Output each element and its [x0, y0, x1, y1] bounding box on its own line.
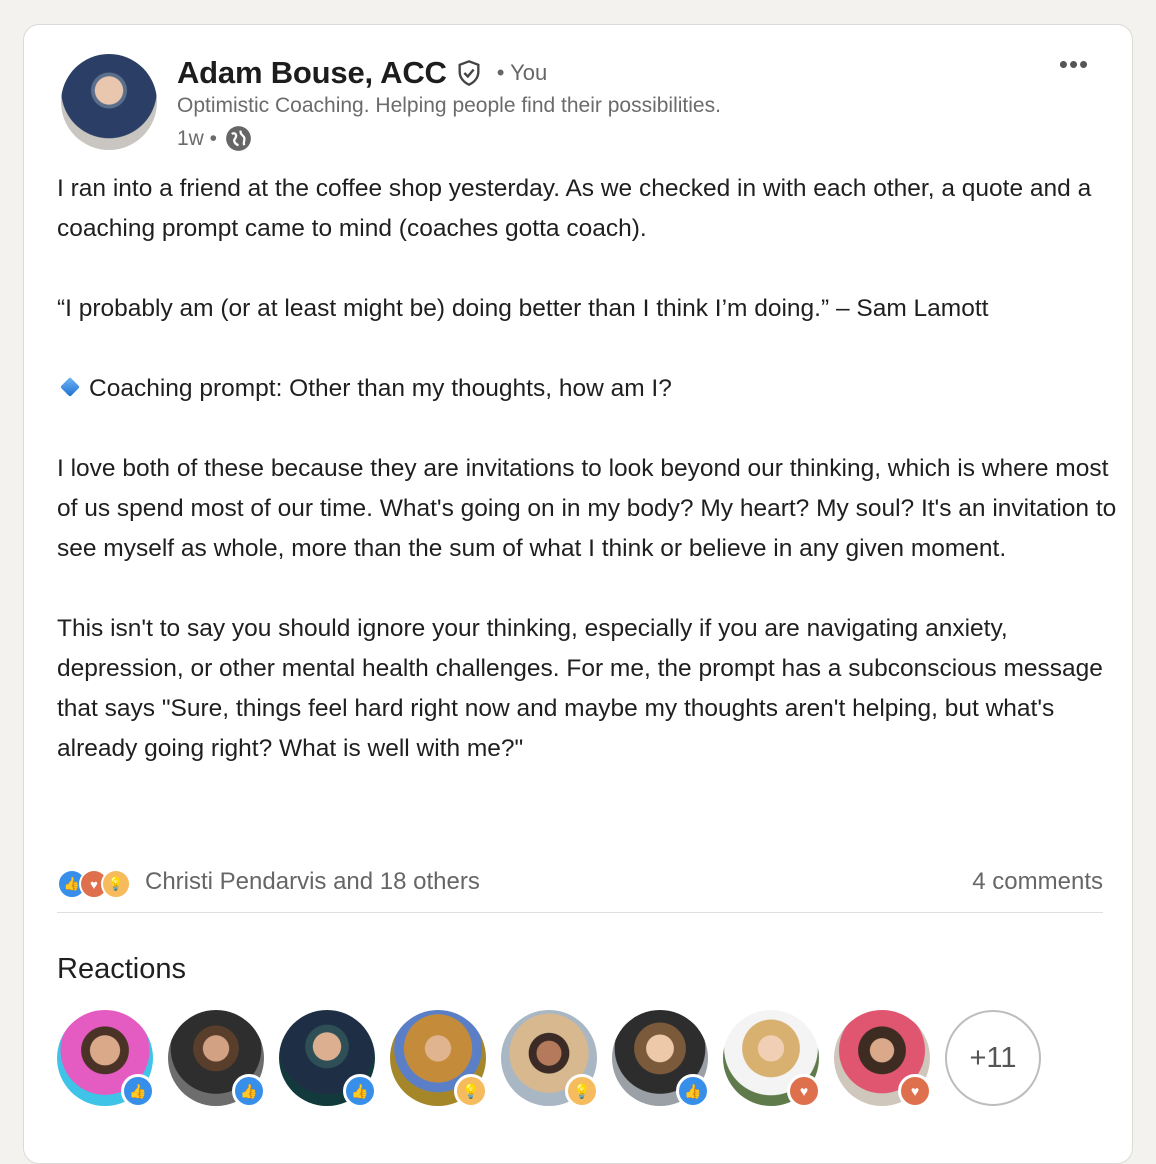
reactor-avatars: 👍 👍 👍 💡 💡 👍 ♥ ♥ +11: [57, 1010, 1041, 1108]
comments-count-link[interactable]: 4 comments: [972, 868, 1103, 896]
reactor-avatar[interactable]: ♥: [834, 1010, 932, 1108]
post-quote: “I probably am (or at least might be) do…: [57, 295, 989, 322]
like-icon: 👍: [676, 1074, 710, 1108]
reactor-avatar[interactable]: 💡: [501, 1010, 599, 1108]
post-paragraph: I love both of these because they are in…: [57, 455, 1117, 562]
globe-icon: [225, 125, 252, 152]
reactor-avatar[interactable]: 👍: [279, 1010, 377, 1108]
reaction-summary-icons[interactable]: 👍 ♥ 💡: [57, 867, 139, 899]
blue-diamond-icon: [60, 377, 80, 397]
post-card: Adam Bouse, ACC • You Optimistic Coachin…: [23, 24, 1133, 1164]
author-name[interactable]: Adam Bouse, ACC: [177, 55, 447, 91]
post-time: 1w •: [177, 126, 218, 150]
reactor-avatar[interactable]: 👍: [168, 1010, 266, 1108]
more-options-button[interactable]: •••: [1052, 51, 1096, 83]
reactor-avatar[interactable]: 💡: [390, 1010, 488, 1108]
reactions-heading: Reactions: [57, 953, 186, 985]
more-reactors-button[interactable]: +11: [945, 1010, 1041, 1106]
post-meta: 1w •: [177, 125, 252, 152]
author-row: Adam Bouse, ACC • You: [177, 55, 547, 91]
like-icon: 👍: [121, 1074, 155, 1108]
love-icon: ♥: [898, 1074, 932, 1108]
author-headline: Optimistic Coaching. Helping people find…: [177, 94, 721, 117]
insightful-icon: 💡: [101, 869, 131, 899]
post-prompt: Coaching prompt: Other than my thoughts,…: [57, 369, 1117, 409]
love-icon: ♥: [787, 1074, 821, 1108]
post-paragraph: I ran into a friend at the coffee shop y…: [57, 175, 1092, 242]
author-relation: • You: [496, 60, 548, 85]
prompt-text: Coaching prompt: Other than my thoughts,…: [89, 375, 672, 402]
reactor-avatar[interactable]: ♥: [723, 1010, 821, 1108]
author-avatar[interactable]: [61, 54, 157, 150]
divider: [57, 912, 1103, 913]
post-paragraph: This isn't to say you should ignore your…: [57, 615, 1103, 762]
shield-check-icon: [455, 59, 483, 87]
social-counts: 👍 ♥ 💡 Christi Pendarvis and 18 others 4 …: [57, 865, 1103, 899]
like-icon: 👍: [343, 1074, 377, 1108]
reactor-avatar[interactable]: 👍: [57, 1010, 155, 1108]
like-icon: 👍: [232, 1074, 266, 1108]
reactor-avatar[interactable]: 👍: [612, 1010, 710, 1108]
insightful-icon: 💡: [454, 1074, 488, 1108]
post-body: I ran into a friend at the coffee shop y…: [57, 169, 1117, 769]
reactor-names-link[interactable]: Christi Pendarvis and 18 others: [145, 868, 480, 896]
insightful-icon: 💡: [565, 1074, 599, 1108]
